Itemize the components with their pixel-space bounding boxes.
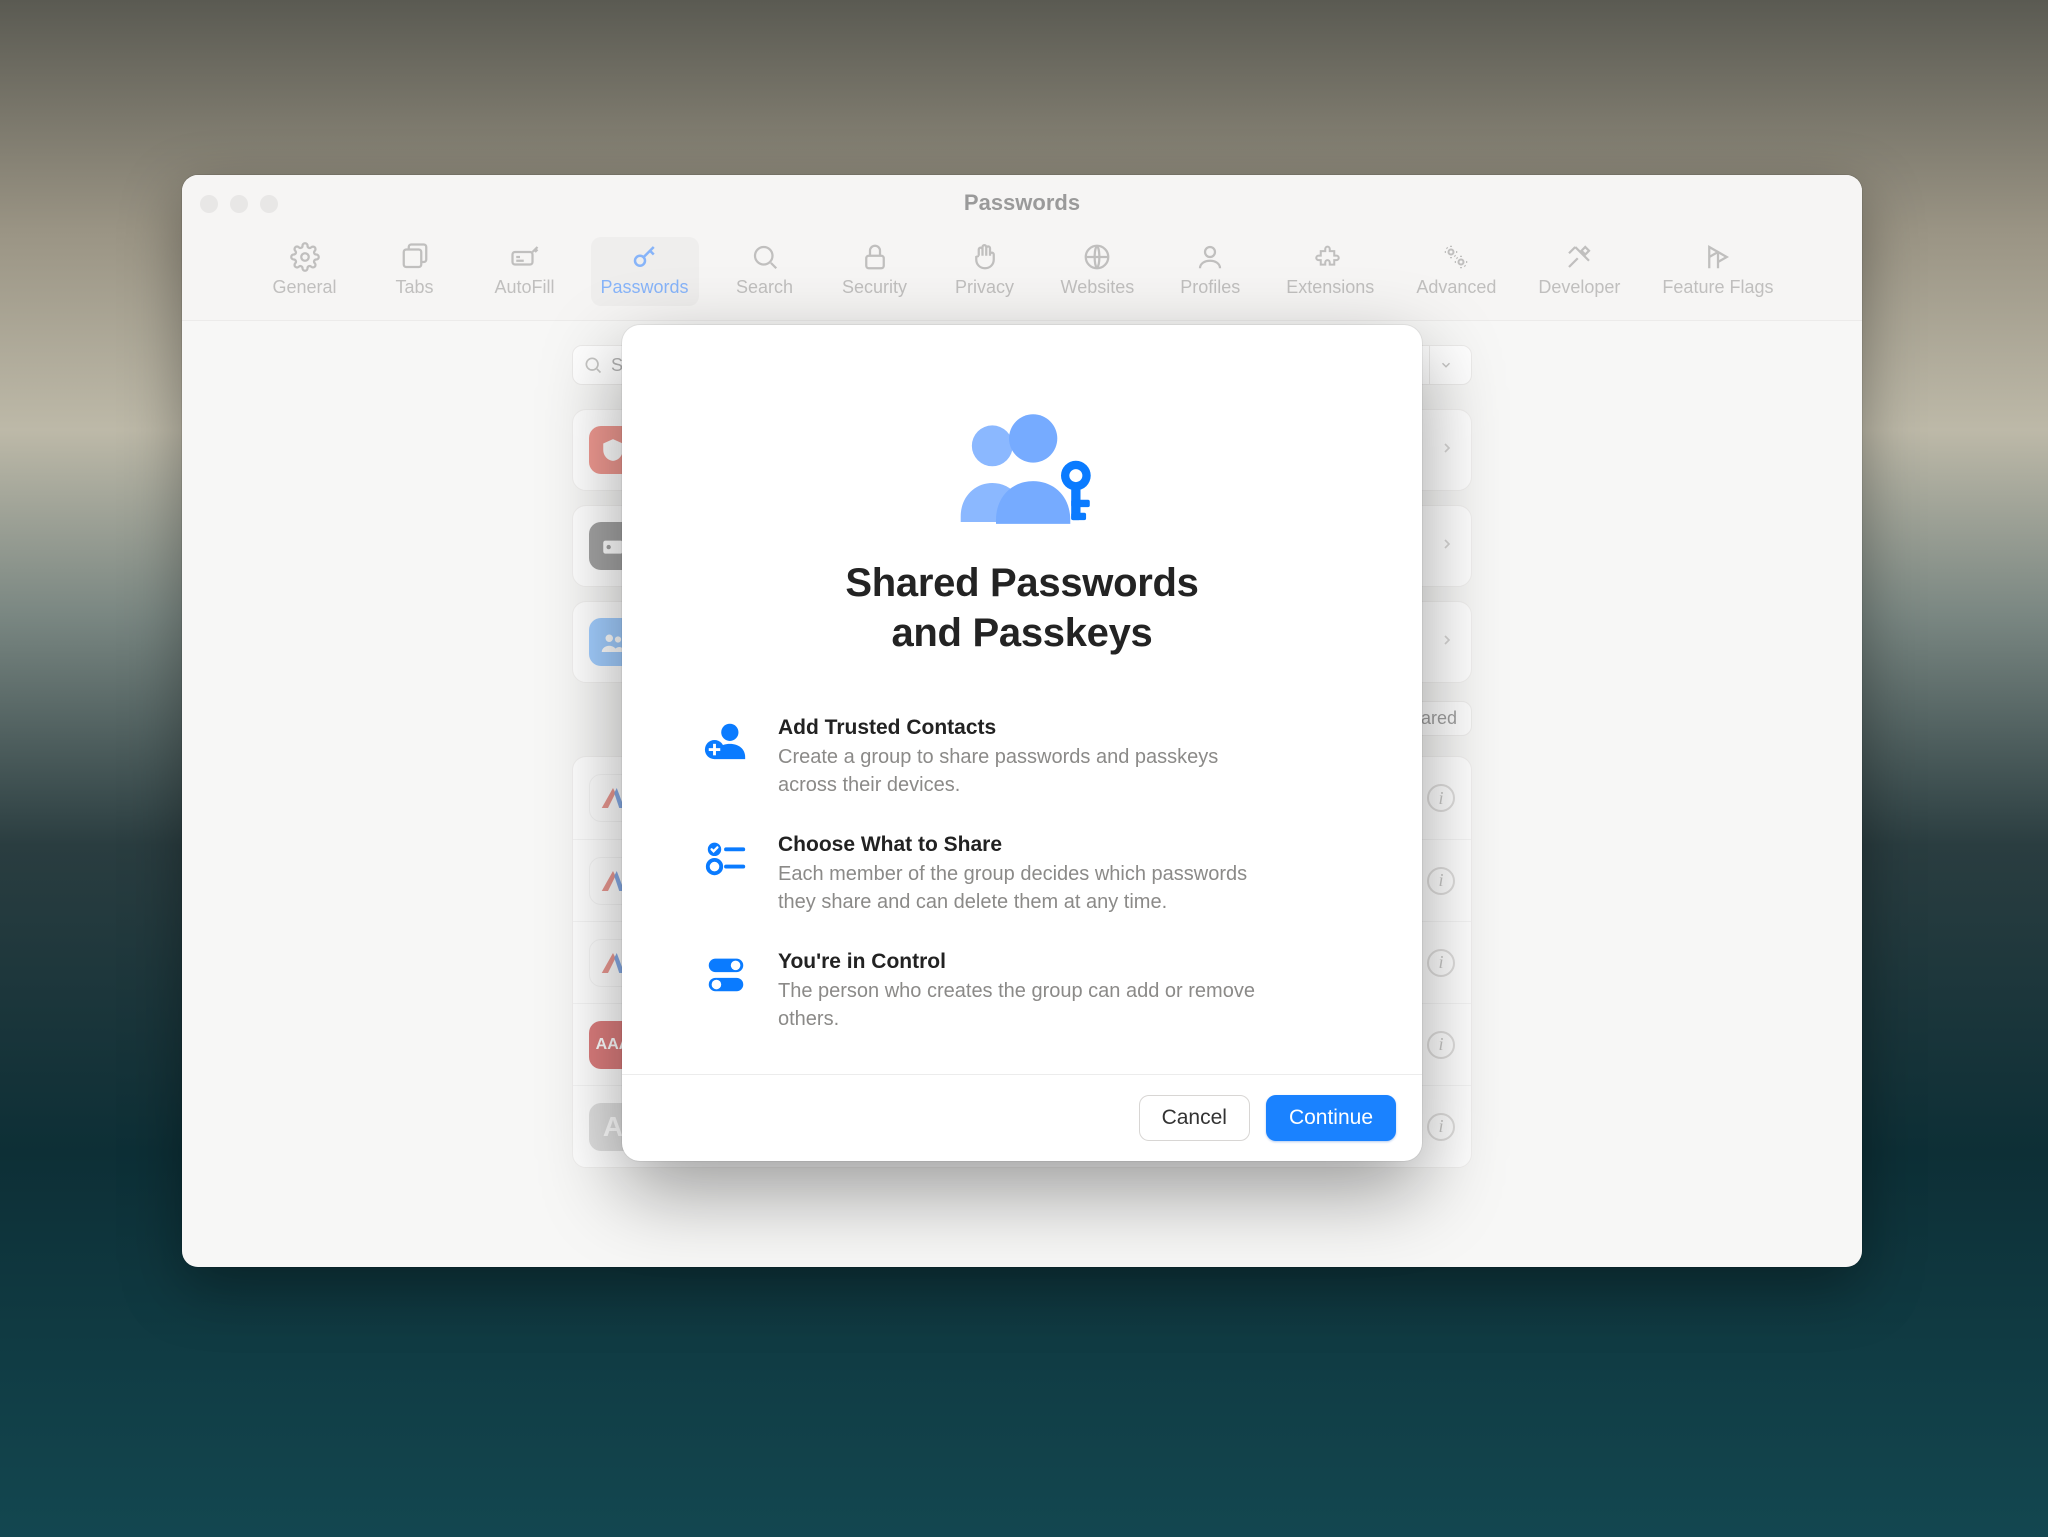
modal-title: Shared Passwords and Passkeys [845,558,1198,658]
tab-label: Websites [1061,277,1135,298]
hand-icon [967,243,1003,271]
globe-icon [1079,243,1115,271]
checklist-icon [702,833,750,881]
info-icon[interactable]: i [1427,784,1455,812]
tab-label: Advanced [1416,277,1496,298]
chevron-right-icon [1439,536,1455,557]
tab-websites[interactable]: Websites [1051,237,1145,306]
feature-title: Add Trusted Contacts [778,716,1258,740]
toggles-icon [702,950,750,998]
tab-profiles[interactable]: Profiles [1166,237,1254,306]
tab-privacy[interactable]: Privacy [941,237,1029,306]
tab-autofill[interactable]: AutoFill [481,237,569,306]
feature-title: Choose What to Share [778,833,1258,857]
shared-passwords-intro-modal: Shared Passwords and Passkeys Add Truste… [622,325,1422,1161]
feature-desc: Create a group to share passwords and pa… [778,744,1258,799]
titlebar: Passwords [182,175,1862,231]
tab-general[interactable]: General [261,237,349,306]
lock-icon [857,243,893,271]
preferences-tabs: General Tabs AutoFill Passwords Search S… [182,231,1862,321]
tab-search[interactable]: Search [721,237,809,306]
person-add-icon [702,716,750,764]
modal-feature-list: Add Trusted Contacts Create a group to s… [682,716,1362,1034]
info-icon[interactable]: i [1427,867,1455,895]
flags-icon [1700,243,1736,271]
minimize-window-button[interactable] [230,195,248,213]
info-icon[interactable]: i [1427,1031,1455,1059]
tab-label: Security [842,277,907,298]
puzzle-icon [1312,243,1348,271]
autofill-icon [507,243,543,271]
continue-button[interactable]: Continue [1266,1095,1396,1141]
chevron-right-icon [1439,440,1455,461]
tab-developer[interactable]: Developer [1528,237,1630,306]
feature-desc: Each member of the group decides which p… [778,861,1258,916]
info-icon[interactable]: i [1427,1113,1455,1141]
tab-label: Passwords [601,277,689,298]
tools-icon [1561,243,1597,271]
tab-passwords[interactable]: Passwords [591,237,699,306]
tab-label: Search [736,277,793,298]
people-key-hero-icon [927,405,1117,540]
tab-label: Extensions [1286,277,1374,298]
tab-tabs[interactable]: Tabs [371,237,459,306]
tabs-icon [397,243,433,271]
tab-label: Tabs [396,277,434,298]
window-title: Passwords [964,190,1080,216]
gear-icon [287,243,323,271]
modal-footer: Cancel Continue [622,1074,1422,1161]
search-options-dropdown[interactable] [1429,345,1461,385]
tab-label: General [272,277,336,298]
close-window-button[interactable] [200,195,218,213]
tab-label: Developer [1538,277,1620,298]
zoom-window-button[interactable] [260,195,278,213]
feature-add-trusted-contacts: Add Trusted Contacts Create a group to s… [682,716,1362,799]
tab-security[interactable]: Security [831,237,919,306]
tab-label: Privacy [955,277,1014,298]
tab-label: AutoFill [495,277,555,298]
chevron-right-icon [1439,632,1455,653]
gears-icon [1438,243,1474,271]
key-icon [627,243,663,271]
desktop: Passwords General Tabs AutoFill Password… [0,0,2048,1537]
feature-title: You're in Control [778,950,1258,974]
window-controls[interactable] [200,195,278,213]
tab-label: Feature Flags [1662,277,1773,298]
search-icon [583,355,603,375]
tab-feature-flags[interactable]: Feature Flags [1652,237,1783,306]
search-icon [747,243,783,271]
feature-desc: The person who creates the group can add… [778,978,1258,1033]
tab-extensions[interactable]: Extensions [1276,237,1384,306]
chevron-down-icon [1439,358,1453,372]
tab-label: Profiles [1180,277,1240,298]
cancel-button[interactable]: Cancel [1139,1095,1250,1141]
person-icon [1192,243,1228,271]
tab-advanced[interactable]: Advanced [1406,237,1506,306]
feature-youre-in-control: You're in Control The person who creates… [682,950,1362,1033]
info-icon[interactable]: i [1427,949,1455,977]
feature-choose-what-to-share: Choose What to Share Each member of the … [682,833,1362,916]
